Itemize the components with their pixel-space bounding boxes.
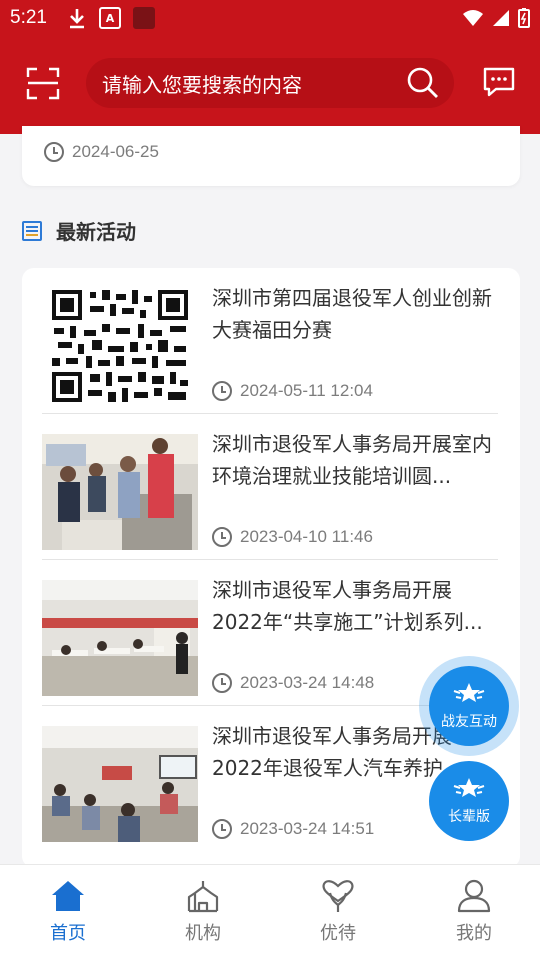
list-item[interactable]: 深圳市第四届退役军人创业创新大赛福田分赛 2024-05-11 12:04 <box>42 268 498 414</box>
previous-news-card[interactable]: 2024-06-25 <box>22 126 520 186</box>
activity-title: 深圳市退役军人事务局开展室内环境治理就业技能培训圆... <box>212 432 492 488</box>
search-placeholder: 请输入您要搜索的内容 <box>102 72 302 97</box>
clock-icon <box>212 819 232 839</box>
qr-code-image <box>50 288 190 404</box>
elder-mode-button[interactable]: 长辈版 <box>429 761 509 841</box>
battery-icon <box>518 8 530 28</box>
download-icon <box>69 9 84 29</box>
section-title: 最新活动 <box>56 220 136 244</box>
header: 请输入您要搜索的内容 <box>0 56 540 108</box>
top-bar: 5:21 A 请输入您要搜索的内容 <box>0 0 540 134</box>
nav-institutions[interactable]: 机构 <box>163 879 243 945</box>
user-icon <box>457 879 491 913</box>
building-icon <box>187 881 219 913</box>
scan-icon[interactable] <box>26 66 60 100</box>
heart-hand-icon <box>322 880 354 912</box>
activity-datetime: 2023-03-24 14:51 <box>212 819 374 839</box>
activity-title: 深圳市退役军人事务局开展2022年“共享施工”计划系列... <box>212 578 483 634</box>
status-time: 5:21 <box>10 7 47 28</box>
home-icon <box>52 881 84 911</box>
comrade-interaction-button[interactable]: 战友互动 <box>429 666 509 746</box>
activity-title: 深圳市第四届退役军人创业创新大赛福田分赛 <box>212 286 492 342</box>
training-photo <box>42 434 198 550</box>
badge-star-icon <box>453 683 485 702</box>
nav-home[interactable]: 首页 <box>28 879 108 945</box>
classroom-photo <box>42 580 198 696</box>
clock-icon <box>44 142 64 162</box>
status-bar: 5:21 A <box>0 0 540 36</box>
clock-icon <box>212 673 232 693</box>
app-icon-dark <box>132 7 155 29</box>
activity-datetime: 2023-03-24 14:48 <box>212 673 374 693</box>
message-icon[interactable] <box>482 66 516 98</box>
app-icon: A <box>98 7 121 29</box>
wifi-icon <box>463 10 483 26</box>
news-date: 2024-06-25 <box>44 142 159 162</box>
list-item[interactable]: 深圳市退役军人事务局开展2022年“共享施工”计划系列... 2023-03-2… <box>42 560 498 706</box>
search-icon[interactable] <box>406 66 440 100</box>
search-input[interactable]: 请输入您要搜索的内容 <box>86 58 454 108</box>
activity-datetime: 2024-05-11 12:04 <box>212 381 373 401</box>
nav-benefits[interactable]: 优待 <box>298 879 378 945</box>
nav-profile[interactable]: 我的 <box>434 879 514 945</box>
badge-star-icon <box>453 778 485 797</box>
activity-datetime: 2023-04-10 11:46 <box>212 527 373 547</box>
news-list-icon <box>22 220 42 241</box>
section-header: 最新活动 <box>22 216 136 245</box>
bottom-nav: 首页 机构 优待 我的 <box>0 864 540 960</box>
list-item[interactable]: 深圳市退役军人事务局开展室内环境治理就业技能培训圆... 2023-04-10 … <box>42 414 498 560</box>
clock-icon <box>212 381 232 401</box>
clock-icon <box>212 527 232 547</box>
meeting-photo <box>42 726 198 842</box>
list-item[interactable]: 深圳市退役军人事务局开展2022年退役军人汽车养护 2023-03-24 14:… <box>42 706 498 852</box>
signal-icon <box>493 10 509 26</box>
